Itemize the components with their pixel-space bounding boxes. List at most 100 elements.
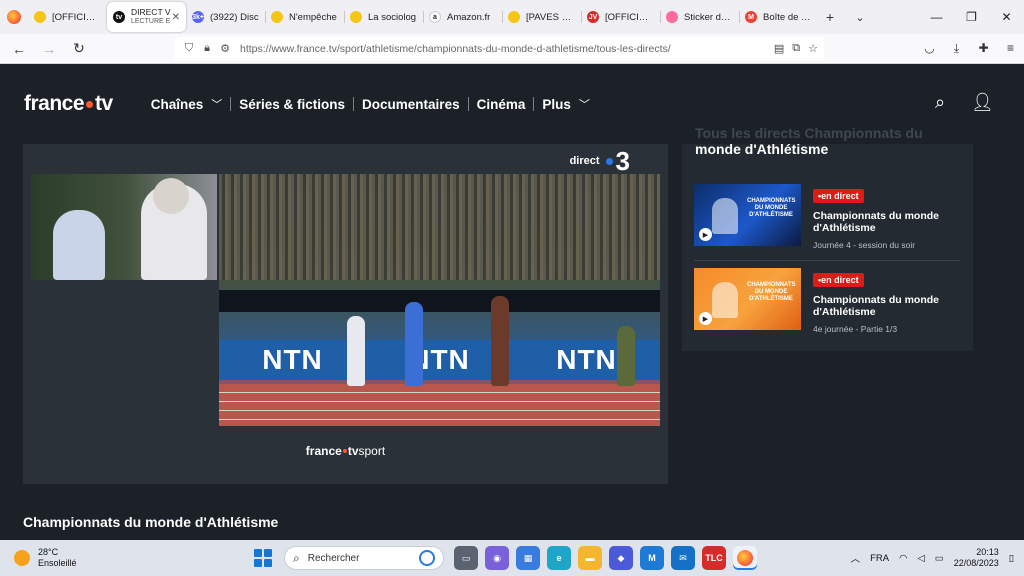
browser-tab-6[interactable]: [PAVES HIST	[502, 3, 581, 31]
menu-item-1[interactable]: Séries & fictions	[231, 97, 353, 112]
card-subtitle: 4e journée - Partie 1/3	[813, 324, 898, 334]
copilot-icon[interactable]: ◆	[609, 546, 633, 570]
url-text[interactable]: https://www.france.tv/sport/athletisme/c…	[240, 43, 774, 55]
menu-item-2[interactable]: Documentaires	[354, 97, 468, 112]
mail-icon[interactable]: ✉	[671, 546, 695, 570]
tab-title: Boîte de réc	[763, 11, 812, 23]
app-menu-icon[interactable]: ≡	[997, 41, 1024, 56]
play-icon[interactable]: ▶	[699, 228, 712, 241]
france-tv-logo[interactable]: france tv	[24, 92, 113, 116]
live-thumbnail[interactable]: CHAMPIONNATS DU MONDE D'ATHLÉTISME ▶	[694, 184, 801, 246]
browser-tab-2[interactable]: 3k+ (3922) Disc	[186, 3, 265, 31]
pocket-icon[interactable]: ◡	[916, 41, 943, 56]
system-tray: ︿ FRA ◠ ◁ ▭ 20:13 22/08/2023 ▯	[851, 547, 1014, 569]
section-title: Championnats du monde d'Athlétisme	[23, 514, 279, 530]
edge-icon[interactable]: e	[547, 546, 571, 570]
bookmark-star-icon[interactable]: ☆	[808, 42, 818, 55]
chevron-down-icon: ﹀	[578, 99, 590, 111]
taskbar-search[interactable]: ⌕ Rechercher	[284, 546, 444, 570]
video-frame[interactable]: NTN NTN NTN	[219, 174, 660, 426]
close-window-icon[interactable]: ✕	[989, 0, 1024, 34]
lock-icon[interactable]: 🔒︎	[198, 42, 216, 55]
reload-icon[interactable]: ↻	[64, 40, 94, 57]
account-icon[interactable]: 👤︎	[971, 92, 994, 113]
browser-tab-7[interactable]: JV [OFFICIEL] C	[581, 3, 660, 31]
teams-chat-icon[interactable]: ◉	[485, 546, 509, 570]
reader-view-icon[interactable]: ▤	[774, 42, 784, 55]
inset-video	[31, 174, 217, 280]
store-icon[interactable]: ▦	[516, 546, 540, 570]
tab-favicon-icon	[34, 11, 46, 23]
menu-item-label: Cinéma	[476, 96, 526, 112]
search-icon[interactable]: ⌕	[935, 92, 945, 113]
windows-start-icon[interactable]	[254, 549, 272, 567]
file-explorer-icon[interactable]: ▬	[578, 546, 602, 570]
wifi-icon[interactable]: ◠	[899, 553, 907, 564]
live-card[interactable]: CHAMPIONNATS DU MONDE D'ATHLÉTISME ▶ •en d…	[694, 184, 960, 261]
browser-tab-8[interactable]: Sticker de L	[660, 3, 739, 31]
address-bar[interactable]: ⛉ 🔒︎ ⚙ https://www.france.tv/sport/athle…	[174, 36, 824, 61]
chevron-up-icon[interactable]: ︿	[851, 551, 861, 565]
taskbar-apps: ▭ ◉ ▦ e ▬ ◆ M ✉ TLC	[454, 546, 757, 570]
live-badge: •en direct	[813, 273, 864, 287]
close-tab-icon[interactable]: ✕	[172, 12, 180, 23]
downloads-icon[interactable]: ⤓	[943, 41, 970, 56]
permissions-icon[interactable]: ⚙	[216, 42, 234, 55]
side-panel-title: monde d'Athlétisme	[695, 141, 829, 157]
minimize-icon[interactable]: —	[919, 0, 954, 34]
menu-item-0[interactable]: Chaînes ﹀	[143, 96, 231, 112]
browser-tab-4[interactable]: La sociolog	[344, 3, 423, 31]
tab-title: [OFFICIEL] C	[52, 11, 101, 23]
forward-icon[interactable]: →	[34, 41, 64, 57]
firefox-taskbar-icon[interactable]	[733, 546, 757, 570]
browser-tab-1[interactable]: tv DIRECT V LECTURE E ✕	[107, 2, 186, 32]
card-title[interactable]: Championnats du monde d'Athlétisme	[813, 294, 953, 318]
clock[interactable]: 20:13 22/08/2023	[954, 547, 999, 569]
tab-favicon-icon: M	[745, 11, 757, 23]
new-tab-button[interactable]: +	[818, 9, 842, 25]
weather-widget[interactable]: 28°C Ensoleillé	[14, 547, 254, 569]
card-subtitle: Journée 4 - session du soir	[813, 240, 916, 250]
tab-favicon-icon: a	[429, 11, 441, 23]
live-badge: •en direct	[813, 189, 864, 203]
live-thumbnail[interactable]: CHAMPIONNATS DU MONDE D'ATHLÉTISME ▶	[694, 268, 801, 330]
volume-icon[interactable]: ◁	[917, 553, 924, 564]
browser-tab-strip: [OFFICIEL] C tvDIRECT VLECTURE E✕3k+(3922…	[0, 0, 1024, 34]
browser-tab-3[interactable]: N'empêche	[265, 3, 344, 31]
card-title[interactable]: Championnats du monde d'Athlétisme	[813, 210, 953, 234]
firefox-icon[interactable]	[0, 0, 28, 34]
picture-in-picture-icon[interactable]: ⧉	[792, 42, 800, 55]
battery-icon[interactable]: ▭	[935, 553, 944, 564]
extensions-icon[interactable]: ✚	[970, 41, 997, 56]
language-indicator[interactable]: FRA	[870, 553, 889, 564]
tab-title: La sociolog	[368, 11, 417, 23]
sun-icon	[14, 550, 30, 566]
menu-item-label: Documentaires	[362, 96, 460, 112]
app-icon[interactable]: M	[640, 546, 664, 570]
tlc-icon[interactable]: TLC	[702, 546, 726, 570]
shield-icon[interactable]: ⛉	[180, 42, 198, 55]
live-card[interactable]: CHAMPIONNATS DU MONDE D'ATHLÉTISME ▶ •en d…	[694, 268, 960, 338]
tab-favicon-icon: JV	[587, 11, 599, 23]
video-player[interactable]: direct 3 NTN NTN NTN france tvsport	[23, 144, 668, 484]
menu-item-label: Plus	[542, 96, 571, 112]
france-tv-page: france tv Chaînes ﹀ Séries & fictions Docume…	[0, 64, 1024, 540]
browser-tab-5[interactable]: a Amazon.fr	[423, 3, 502, 31]
task-view-icon[interactable]: ▭	[454, 546, 478, 570]
browser-tab-9[interactable]: M Boîte de réc	[739, 3, 818, 31]
restore-icon[interactable]: ❐	[954, 0, 989, 34]
browser-tab-0[interactable]: [OFFICIEL] C	[28, 3, 107, 31]
play-icon[interactable]: ▶	[699, 312, 712, 325]
side-title-ghost: Tous les directs Championnats du	[695, 125, 923, 141]
player-brand: france tvsport	[305, 444, 386, 458]
menu-item-3[interactable]: Cinéma	[469, 97, 534, 112]
notifications-icon[interactable]: ▯	[1009, 553, 1014, 564]
tab-title: DIRECT V	[131, 7, 171, 17]
bing-icon	[419, 550, 435, 566]
list-all-tabs-button[interactable]: ⌄	[848, 11, 872, 24]
search-icon: ⌕	[293, 550, 300, 565]
back-icon[interactable]: ←	[4, 41, 34, 57]
menu-item-4[interactable]: Plus ﹀	[534, 96, 598, 112]
tab-title: Sticker de L	[684, 11, 733, 23]
windows-taskbar: 28°C Ensoleillé ⌕ Rechercher ▭ ◉ ▦ e ▬ ◆…	[0, 540, 1024, 576]
